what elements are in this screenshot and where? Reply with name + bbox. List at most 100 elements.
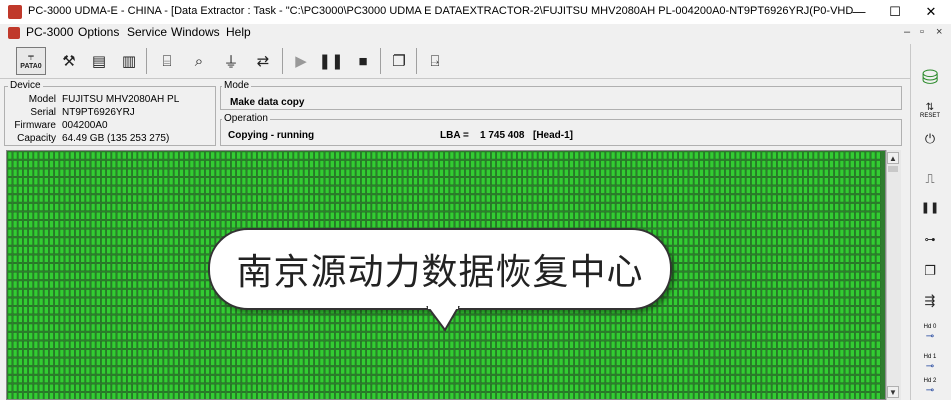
sector-block — [387, 203, 392, 211]
scroll-down-arrow-icon[interactable]: ▼ — [887, 386, 899, 398]
passport-button[interactable]: ▤ — [86, 47, 112, 75]
hdd-tools-button[interactable]: ⏚ — [218, 47, 244, 75]
sector-block — [839, 160, 844, 168]
sector-block — [647, 177, 652, 185]
sector-block — [496, 203, 501, 211]
minimize-button[interactable]: — — [842, 0, 876, 24]
sector-block — [96, 237, 101, 246]
sector-block — [496, 194, 501, 203]
stop-button[interactable]: ■ — [350, 47, 376, 75]
sector-block — [54, 366, 59, 375]
sector-block — [179, 375, 184, 383]
export-button[interactable]: ⇄ — [250, 47, 276, 75]
document-icon: ▤ — [91, 53, 107, 70]
sector-block — [486, 203, 491, 211]
sector-block — [408, 169, 413, 177]
smart-button[interactable]: ▥ — [116, 47, 142, 75]
sector-block — [824, 366, 829, 375]
menu-options[interactable]: Options — [78, 25, 119, 39]
menu-windows[interactable]: Windows — [171, 25, 220, 39]
search-button[interactable]: ⌕ — [186, 47, 212, 75]
sector-block — [663, 315, 668, 323]
sector-block — [413, 177, 418, 185]
sector-block — [824, 375, 829, 383]
head-1-button[interactable]: Hd 1 ⊸ — [914, 350, 946, 376]
sector-block — [683, 220, 688, 229]
mdi-close-button[interactable]: × — [936, 26, 942, 38]
sector-block — [33, 186, 38, 194]
vertical-scrollbar[interactable] — [886, 150, 901, 400]
sector-block — [798, 349, 803, 358]
sector-block — [683, 332, 688, 340]
sector-block — [746, 151, 751, 160]
exit-button[interactable]: ⍈ — [422, 47, 448, 75]
sector-block — [694, 194, 699, 203]
mode-group-label: Mode — [222, 80, 252, 91]
sector-block — [184, 358, 189, 366]
sector-block — [663, 323, 668, 332]
sector-block — [834, 254, 839, 263]
reset-button[interactable]: ⇅ RESET — [914, 98, 946, 124]
mdi-restore-button[interactable]: ▫ — [920, 26, 924, 38]
sector-block — [803, 375, 808, 383]
play-button[interactable]: ▶ — [288, 47, 314, 75]
sector-block — [673, 246, 678, 254]
pause-button[interactable]: ❚❚ — [318, 47, 344, 75]
sector-block — [704, 177, 709, 185]
windows-button[interactable]: ❐ — [386, 47, 412, 75]
head-2-button[interactable]: Hd 2 ⊸ — [914, 376, 946, 398]
sector-block — [767, 366, 772, 375]
pata0-port-button[interactable]: ⫧ PATA0 — [16, 47, 46, 75]
mdi-minimize-button[interactable]: – — [904, 26, 910, 38]
sector-block — [189, 263, 194, 272]
sector-block — [179, 358, 184, 366]
head-0-button[interactable]: Hd 0 ⊸ — [914, 320, 946, 346]
sector-block — [111, 246, 116, 254]
sector-block — [122, 383, 127, 392]
sector-block — [845, 306, 850, 315]
scroll-thumb[interactable] — [888, 166, 898, 172]
right-pause-button[interactable]: ❚❚ — [914, 194, 946, 220]
scroll-up-arrow-icon[interactable]: ▲ — [887, 152, 899, 164]
sector-block — [345, 383, 350, 392]
menu-pc3000[interactable]: PC-3000 — [26, 25, 73, 39]
sector-block — [403, 332, 408, 340]
sector-block — [439, 160, 444, 168]
power-on-button[interactable]: ⛁ — [914, 64, 946, 90]
sector-block — [756, 323, 761, 332]
sector-block — [127, 263, 132, 272]
maximize-button[interactable]: ☐ — [878, 0, 912, 24]
sector-block — [194, 194, 200, 203]
sector-block — [663, 177, 668, 185]
sector-block — [741, 194, 746, 203]
tools-button[interactable]: ⚒ — [56, 47, 82, 75]
sector-block — [803, 186, 808, 194]
sector-block — [194, 160, 200, 168]
menu-service[interactable]: Service — [127, 25, 167, 39]
sector-block — [751, 306, 756, 315]
sector-block — [184, 169, 189, 177]
sector-block — [142, 160, 148, 168]
sector-block — [423, 392, 428, 399]
sector-block — [793, 246, 798, 254]
hdd-map-button[interactable]: ⌸ — [154, 47, 180, 75]
sector-block — [751, 366, 756, 375]
sector-block — [408, 315, 413, 323]
sector-block — [226, 220, 231, 229]
app-icon[interactable] — [8, 5, 22, 19]
bridge-button[interactable]: ⇶ — [914, 288, 946, 314]
close-button[interactable]: ✕ — [914, 0, 948, 24]
signal-button[interactable]: ⎍ — [914, 166, 946, 192]
sector-block — [834, 212, 839, 220]
sector-block — [423, 358, 428, 366]
copy-windows-button[interactable]: ❐ — [914, 258, 946, 284]
sector-block — [33, 323, 38, 332]
sector-block — [80, 229, 85, 237]
menu-help[interactable]: Help — [226, 25, 251, 39]
sector-block — [746, 160, 751, 168]
sector-block — [829, 383, 834, 392]
connect-button[interactable]: ⊶ — [914, 226, 946, 252]
power-zero-button[interactable]: ⏻ — [914, 126, 946, 152]
sector-block — [819, 177, 824, 185]
sector-block — [205, 323, 210, 332]
